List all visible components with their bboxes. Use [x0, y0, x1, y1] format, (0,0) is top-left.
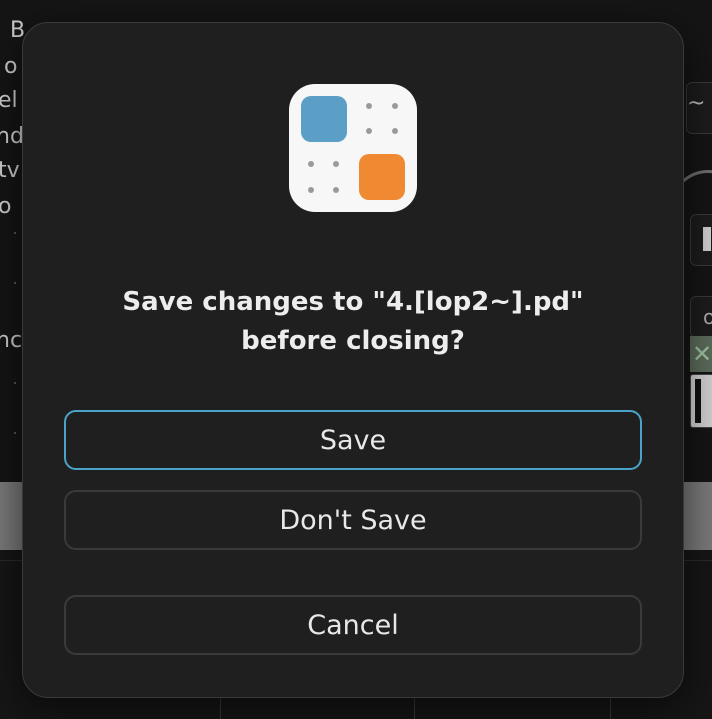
dont-save-button[interactable]: Don't Save — [64, 490, 642, 550]
background-text: tv — [0, 158, 20, 183]
dialog-message: Save changes to "4.[lop2~].pd" before cl… — [23, 283, 683, 361]
icon-dot — [308, 187, 314, 193]
grid-dot — [14, 432, 16, 434]
grid-dot — [14, 382, 16, 384]
background-slider — [690, 374, 712, 428]
cancel-button[interactable]: Cancel — [64, 595, 642, 655]
icon-dot — [366, 128, 372, 134]
icon-blue-tile — [301, 96, 347, 142]
background-toggle-mark — [703, 227, 711, 251]
icon-dot — [366, 103, 372, 109]
background-text: nc — [0, 328, 23, 353]
background-text: el — [0, 88, 18, 113]
icon-dot — [392, 103, 398, 109]
background-slider-track — [695, 379, 701, 423]
icon-dot — [333, 161, 339, 167]
background-number-text: o — [703, 305, 712, 329]
background-text: nd — [0, 124, 24, 149]
icon-dot — [333, 187, 339, 193]
background-number-box: o — [690, 296, 712, 338]
background-close-icon: ✕ — [690, 336, 712, 372]
save-changes-dialog: Save changes to "4.[lop2~].pd" before cl… — [22, 22, 684, 698]
pure-data-app-icon — [289, 84, 417, 212]
grid-dot — [14, 282, 16, 284]
icon-dot — [308, 161, 314, 167]
dialog-message-line-2: before closing? — [241, 326, 465, 356]
background-text: o — [0, 194, 12, 219]
background-text: o — [4, 54, 18, 79]
grid-dot — [14, 232, 16, 234]
icon-dot — [392, 128, 398, 134]
dialog-message-line-1: Save changes to "4.[lop2~].pd" — [122, 287, 584, 317]
background-field-label: ~ — [687, 91, 706, 116]
save-button[interactable]: Save — [64, 410, 642, 470]
background-field: ~ — [686, 82, 712, 134]
icon-orange-tile — [359, 154, 405, 200]
background-toggle — [690, 214, 712, 266]
